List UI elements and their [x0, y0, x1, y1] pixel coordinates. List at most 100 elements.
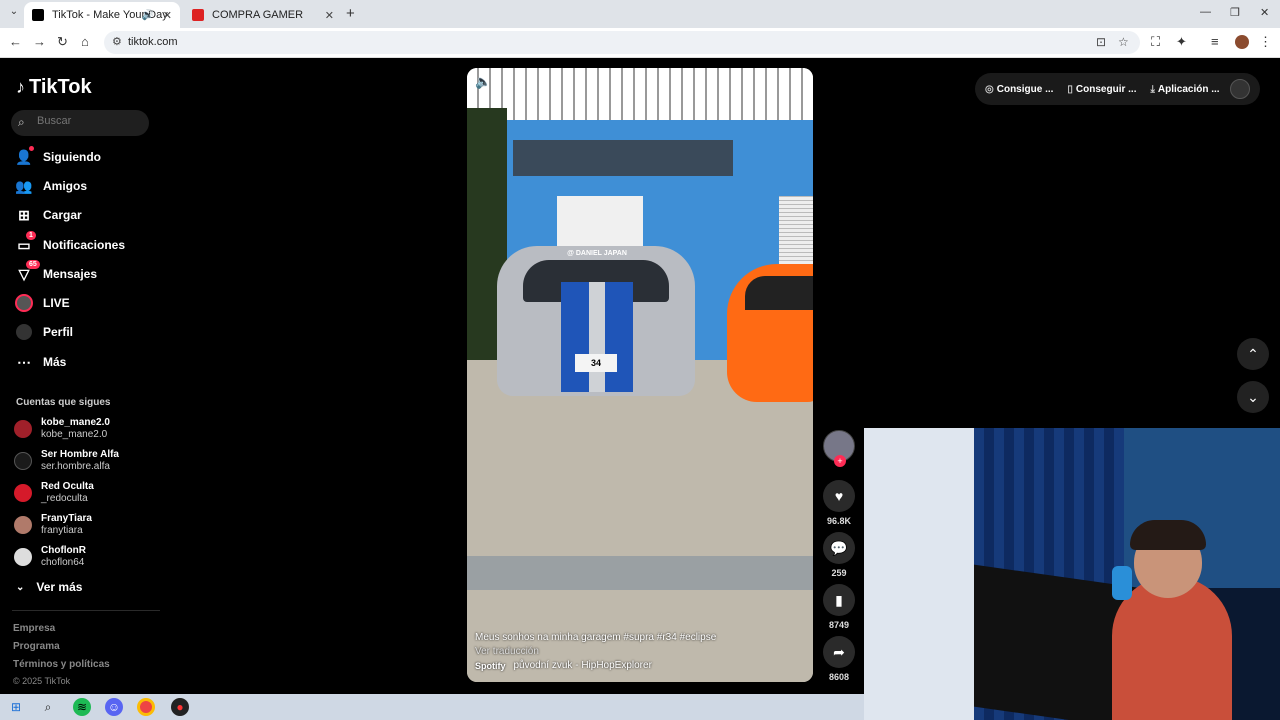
speaker-icon[interactable]: 🔊 [142, 10, 154, 21]
account-name: ChoflonR [41, 545, 86, 556]
see-translation-link[interactable]: Ver traducción [475, 646, 539, 657]
nav-profile[interactable]: Perfil [14, 322, 73, 342]
download-app-button[interactable]: ⤓ Aplicación ... [1150, 84, 1219, 95]
share-icon: ➦ [833, 644, 845, 660]
like-button[interactable]: ♥ [823, 480, 855, 512]
comment-button[interactable]: 💬 [823, 532, 855, 564]
tiktok-note-icon: ♪ [16, 77, 25, 97]
nav-label: Más [43, 355, 67, 369]
nav-upload[interactable]: ⊞ Cargar [14, 205, 82, 225]
search-input[interactable] [37, 115, 142, 127]
nav-notifications[interactable]: ▭ 1 Notificaciones [14, 231, 126, 255]
heart-icon: ♥ [834, 488, 844, 504]
follow-plus-icon[interactable]: + [834, 455, 846, 467]
back-icon[interactable]: ← [9, 34, 22, 49]
footer-link-company[interactable]: Empresa [13, 623, 55, 634]
following-account[interactable]: Ser Hombre Alfa ser.hombre.alfa [14, 448, 119, 474]
volume-icon[interactable]: 🔈 [475, 74, 491, 90]
account-handle: franytiara [41, 525, 83, 536]
obs-icon[interactable]: ● [171, 698, 189, 716]
video-caption: Meus sonhos na minha garagem #supra #r34… [475, 632, 717, 643]
tab-search-icon[interactable]: ⌄ [6, 6, 22, 22]
music-title: původní zvuk - HipHopExplorer [513, 660, 652, 671]
extension-icon[interactable]: ⛶ [1151, 34, 1160, 50]
see-more-button[interactable]: ⌄ Ver más [16, 580, 82, 594]
nav-label: Notificaciones [43, 238, 126, 252]
next-video-button[interactable]: ⌄ [1237, 381, 1269, 413]
extensions-puzzle-icon[interactable]: ✦ [1176, 34, 1187, 50]
minimize-button[interactable]: — [1200, 6, 1211, 18]
nav-label: Mensajes [43, 267, 98, 281]
bookmark-star-icon[interactable]: ☆ [1118, 35, 1129, 49]
music-info[interactable]: Spotify původní zvuk - HipHopExplorer [475, 660, 652, 671]
nav-following[interactable]: 👤 Siguiendo [14, 146, 101, 167]
search-icon: ⌕ [18, 115, 25, 129]
tiktok-favicon-icon [32, 9, 44, 21]
download-icon: ⤓ [1150, 83, 1155, 95]
save-button[interactable]: ▮ [823, 584, 855, 616]
account-handle: _redoculta [41, 493, 88, 504]
top-right-bar: ◎ Consigue ... ▯ Conseguir ... ⤓ Aplicación… [975, 73, 1260, 105]
site-info-icon[interactable]: ⚙ [112, 35, 122, 48]
account-name: Ser Hombre Alfa [41, 449, 119, 460]
following-account[interactable]: Red Oculta _redoculta [14, 480, 94, 506]
friends-icon: 👥 [15, 177, 33, 194]
nav-more[interactable]: ⋯ Más [14, 352, 66, 372]
previous-video-button[interactable]: ⌃ [1237, 338, 1269, 370]
supra-car [727, 264, 813, 402]
nav-label: Cargar [43, 208, 82, 222]
discord-icon[interactable]: ☺ [105, 698, 123, 716]
tab-tiktok[interactable]: TikTok - Make Your Day 🔊 ✕ [24, 2, 180, 28]
close-tab-icon[interactable]: ✕ [163, 9, 172, 22]
comments-count: 259 [831, 568, 847, 578]
notifications-icon: ▭ 1 [14, 231, 36, 255]
address-bar[interactable]: ⚙ tiktok.com ⊡ ☆ [104, 31, 1140, 54]
following-account[interactable]: ChoflonR choflon64 [14, 544, 86, 570]
following-account[interactable]: FranyTiara franytiara [14, 512, 92, 538]
footer-link-program[interactable]: Programa [13, 641, 60, 652]
restore-button[interactable]: ❐ [1230, 6, 1240, 19]
get-app-button[interactable]: ▯ Conseguir ... [1067, 84, 1136, 95]
coin-icon: ◎ [985, 83, 994, 95]
media-control-icon[interactable]: ≡ [1211, 34, 1219, 49]
following-icon: 👤 [14, 146, 34, 167]
windows-start-icon[interactable]: ⊞ [7, 698, 25, 716]
forward-icon[interactable]: → [33, 34, 46, 49]
home-icon[interactable]: ⌂ [81, 34, 89, 49]
skyline-car: @ DANIEL JAPAN 34 [497, 246, 695, 396]
messages-icon: ▽ 65 [14, 260, 40, 284]
account-name: kobe_mane2.0 [41, 417, 110, 428]
nav-label: Siguiendo [43, 150, 101, 164]
tab-compra-gamer[interactable]: COMPRA GAMER ✕ [184, 2, 342, 28]
avatar [14, 484, 32, 502]
nav-messages[interactable]: ▽ 65 Mensajes [14, 260, 98, 284]
avatar [14, 452, 32, 470]
share-button[interactable]: ➦ [823, 636, 855, 668]
close-window-button[interactable]: ✕ [1260, 6, 1269, 19]
install-app-icon[interactable]: ⊡ [1096, 35, 1106, 49]
video-player[interactable]: @ DANIEL JAPAN 34 🔈 Meus sonhos na minha… [467, 68, 813, 682]
reload-icon[interactable]: ↻ [57, 34, 68, 50]
likes-count: 96.8K [826, 516, 852, 526]
new-tab-button[interactable]: + [346, 5, 355, 22]
user-avatar[interactable] [1230, 79, 1250, 99]
nav-live[interactable]: LIVE [14, 293, 70, 313]
search-box[interactable]: ⌕ [11, 110, 149, 136]
menu-icon[interactable]: ⋮ [1259, 34, 1272, 50]
webcam-overlay [864, 428, 1280, 720]
chevron-down-icon: ⌄ [1247, 389, 1259, 405]
close-tab-icon[interactable]: ✕ [325, 9, 334, 22]
profile-icon [14, 322, 34, 342]
spotify-icon[interactable]: ≋ [73, 698, 91, 716]
tiktok-logo[interactable]: ♪ TikTok [16, 76, 92, 99]
get-coins-button[interactable]: ◎ Consigue ... [985, 84, 1053, 95]
avatar [14, 516, 32, 534]
upload-icon: ⊞ [18, 206, 30, 223]
nav-friends[interactable]: 👥 Amigos [14, 176, 87, 196]
browser-profile-avatar[interactable] [1235, 35, 1249, 49]
footer-link-terms[interactable]: Términos y políticas [13, 659, 110, 670]
chrome-icon[interactable] [137, 698, 155, 716]
taskbar-search-icon[interactable]: ⌕ [39, 698, 57, 716]
creator-avatar[interactable]: + [823, 430, 855, 467]
following-account[interactable]: kobe_mane2.0 kobe_mane2.0 [14, 416, 110, 442]
